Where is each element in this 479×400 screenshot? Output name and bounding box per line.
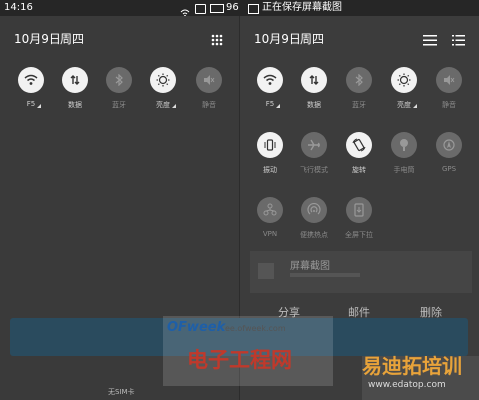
wifi-label: F5 xyxy=(26,100,36,108)
rotate-toggle[interactable] xyxy=(346,132,372,158)
screenshot-thumbnail-icon xyxy=(258,263,274,279)
vpn-label: VPN xyxy=(262,230,278,238)
bluetooth-toggle[interactable] xyxy=(106,67,132,93)
wifi-expand-icon[interactable] xyxy=(276,104,280,108)
image-icon xyxy=(248,4,259,14)
airplane-label: 飞行模式 xyxy=(300,166,328,174)
vibrate-toggle[interactable] xyxy=(257,132,283,158)
wifi-icon xyxy=(263,74,277,85)
wifi-label: F5 xyxy=(265,100,275,108)
mute-icon xyxy=(204,75,215,85)
mute-toggle[interactable] xyxy=(196,67,222,93)
gps-label: GPS xyxy=(441,165,457,173)
wifi-toggle[interactable] xyxy=(257,67,283,93)
flashlight-label: 手电筒 xyxy=(393,166,415,174)
mute-label: 静音 xyxy=(202,101,216,109)
list-menu-icon[interactable] xyxy=(452,31,465,50)
screenshot-saving-notice: 正在保存屏幕截图 xyxy=(262,2,342,13)
data-toggle[interactable] xyxy=(301,67,327,93)
screenshot-notification[interactable]: 屏幕截图 xyxy=(250,251,472,293)
ofweek-watermark: OFweek ee.ofweek.com 电子工程网 xyxy=(163,316,333,386)
grid-menu-icon[interactable] xyxy=(211,31,223,50)
airplane-toggle[interactable] xyxy=(301,132,327,158)
data-icon xyxy=(309,75,319,85)
mute-icon xyxy=(444,75,455,85)
bluetooth-label: 蓝牙 xyxy=(112,101,126,109)
watermark-site: ee.ofweek.com xyxy=(225,324,286,333)
screenshot-title: 屏幕截图 xyxy=(290,261,330,272)
date-label: 10月9日 xyxy=(14,32,61,46)
watermark-cn-name: 电子工程网 xyxy=(187,348,292,372)
vibrate-label: 振动 xyxy=(263,166,277,174)
bluetooth-icon xyxy=(115,74,123,86)
brightness-expand-icon[interactable] xyxy=(413,104,417,108)
wifi-icon xyxy=(24,74,38,85)
flashlight-icon xyxy=(400,139,408,151)
fullscreen-pull-toggle[interactable] xyxy=(346,197,372,223)
battery-icon xyxy=(210,4,224,13)
status-bar: 14:16 96 正在保存屏幕截图 xyxy=(0,0,479,17)
data-label: 数据 xyxy=(307,101,321,109)
fullscreen-pull-label: 全屏下拉 xyxy=(345,231,373,239)
watermark-brand: OFweek xyxy=(167,320,226,335)
watermark-corner-url: www.edatop.com xyxy=(368,380,446,390)
mute-toggle[interactable] xyxy=(436,67,462,93)
brightness-label: 亮度 xyxy=(156,101,170,109)
hotspot-label: 便携热点 xyxy=(300,231,328,239)
gps-icon xyxy=(443,139,455,151)
data-label: 数据 xyxy=(68,101,82,109)
bluetooth-label: 蓝牙 xyxy=(352,101,366,109)
data-icon xyxy=(70,75,80,85)
brightness-icon xyxy=(397,73,411,87)
data-toggle[interactable] xyxy=(62,67,88,93)
bluetooth-toggle[interactable] xyxy=(346,67,372,93)
brightness-toggle[interactable] xyxy=(391,67,417,93)
brightness-label: 亮度 xyxy=(397,101,411,109)
screenshot-subtitle-bar xyxy=(290,273,360,277)
gps-toggle[interactable] xyxy=(436,132,462,158)
flashlight-toggle[interactable] xyxy=(391,132,417,158)
battery-level: 96 xyxy=(226,2,239,13)
wifi-toggle[interactable] xyxy=(18,67,44,93)
vpn-icon xyxy=(263,203,277,216)
vpn-toggle[interactable] xyxy=(257,197,283,223)
rotate-label: 旋转 xyxy=(352,166,366,174)
weekday-label: 周四 xyxy=(60,32,85,46)
brightness-expand-icon[interactable] xyxy=(172,104,176,108)
fullscreen-pull-icon xyxy=(354,203,364,217)
sim-status-icon xyxy=(195,4,206,14)
edatop-watermark: 易迪拓培训 www.edatop.com xyxy=(362,354,479,400)
weekday-label: 周四 xyxy=(300,32,325,46)
notification-list-icon[interactable] xyxy=(423,31,437,50)
date-label: 10月9日 xyxy=(254,32,301,46)
brightness-toggle[interactable] xyxy=(150,67,176,93)
no-sim-label: 无SIM卡 xyxy=(108,388,135,396)
rotate-icon xyxy=(352,138,366,152)
status-time: 14:16 xyxy=(4,2,33,13)
mute-label: 静音 xyxy=(442,101,456,109)
hotspot-toggle[interactable] xyxy=(301,197,327,223)
watermark-corner-text: 易迪拓培训 xyxy=(362,354,462,378)
brightness-icon xyxy=(156,73,170,87)
airplane-icon xyxy=(308,139,320,151)
wifi-expand-icon[interactable] xyxy=(37,104,41,108)
vibrate-icon xyxy=(264,139,276,151)
bluetooth-icon xyxy=(355,74,363,86)
hotspot-icon xyxy=(307,203,321,215)
